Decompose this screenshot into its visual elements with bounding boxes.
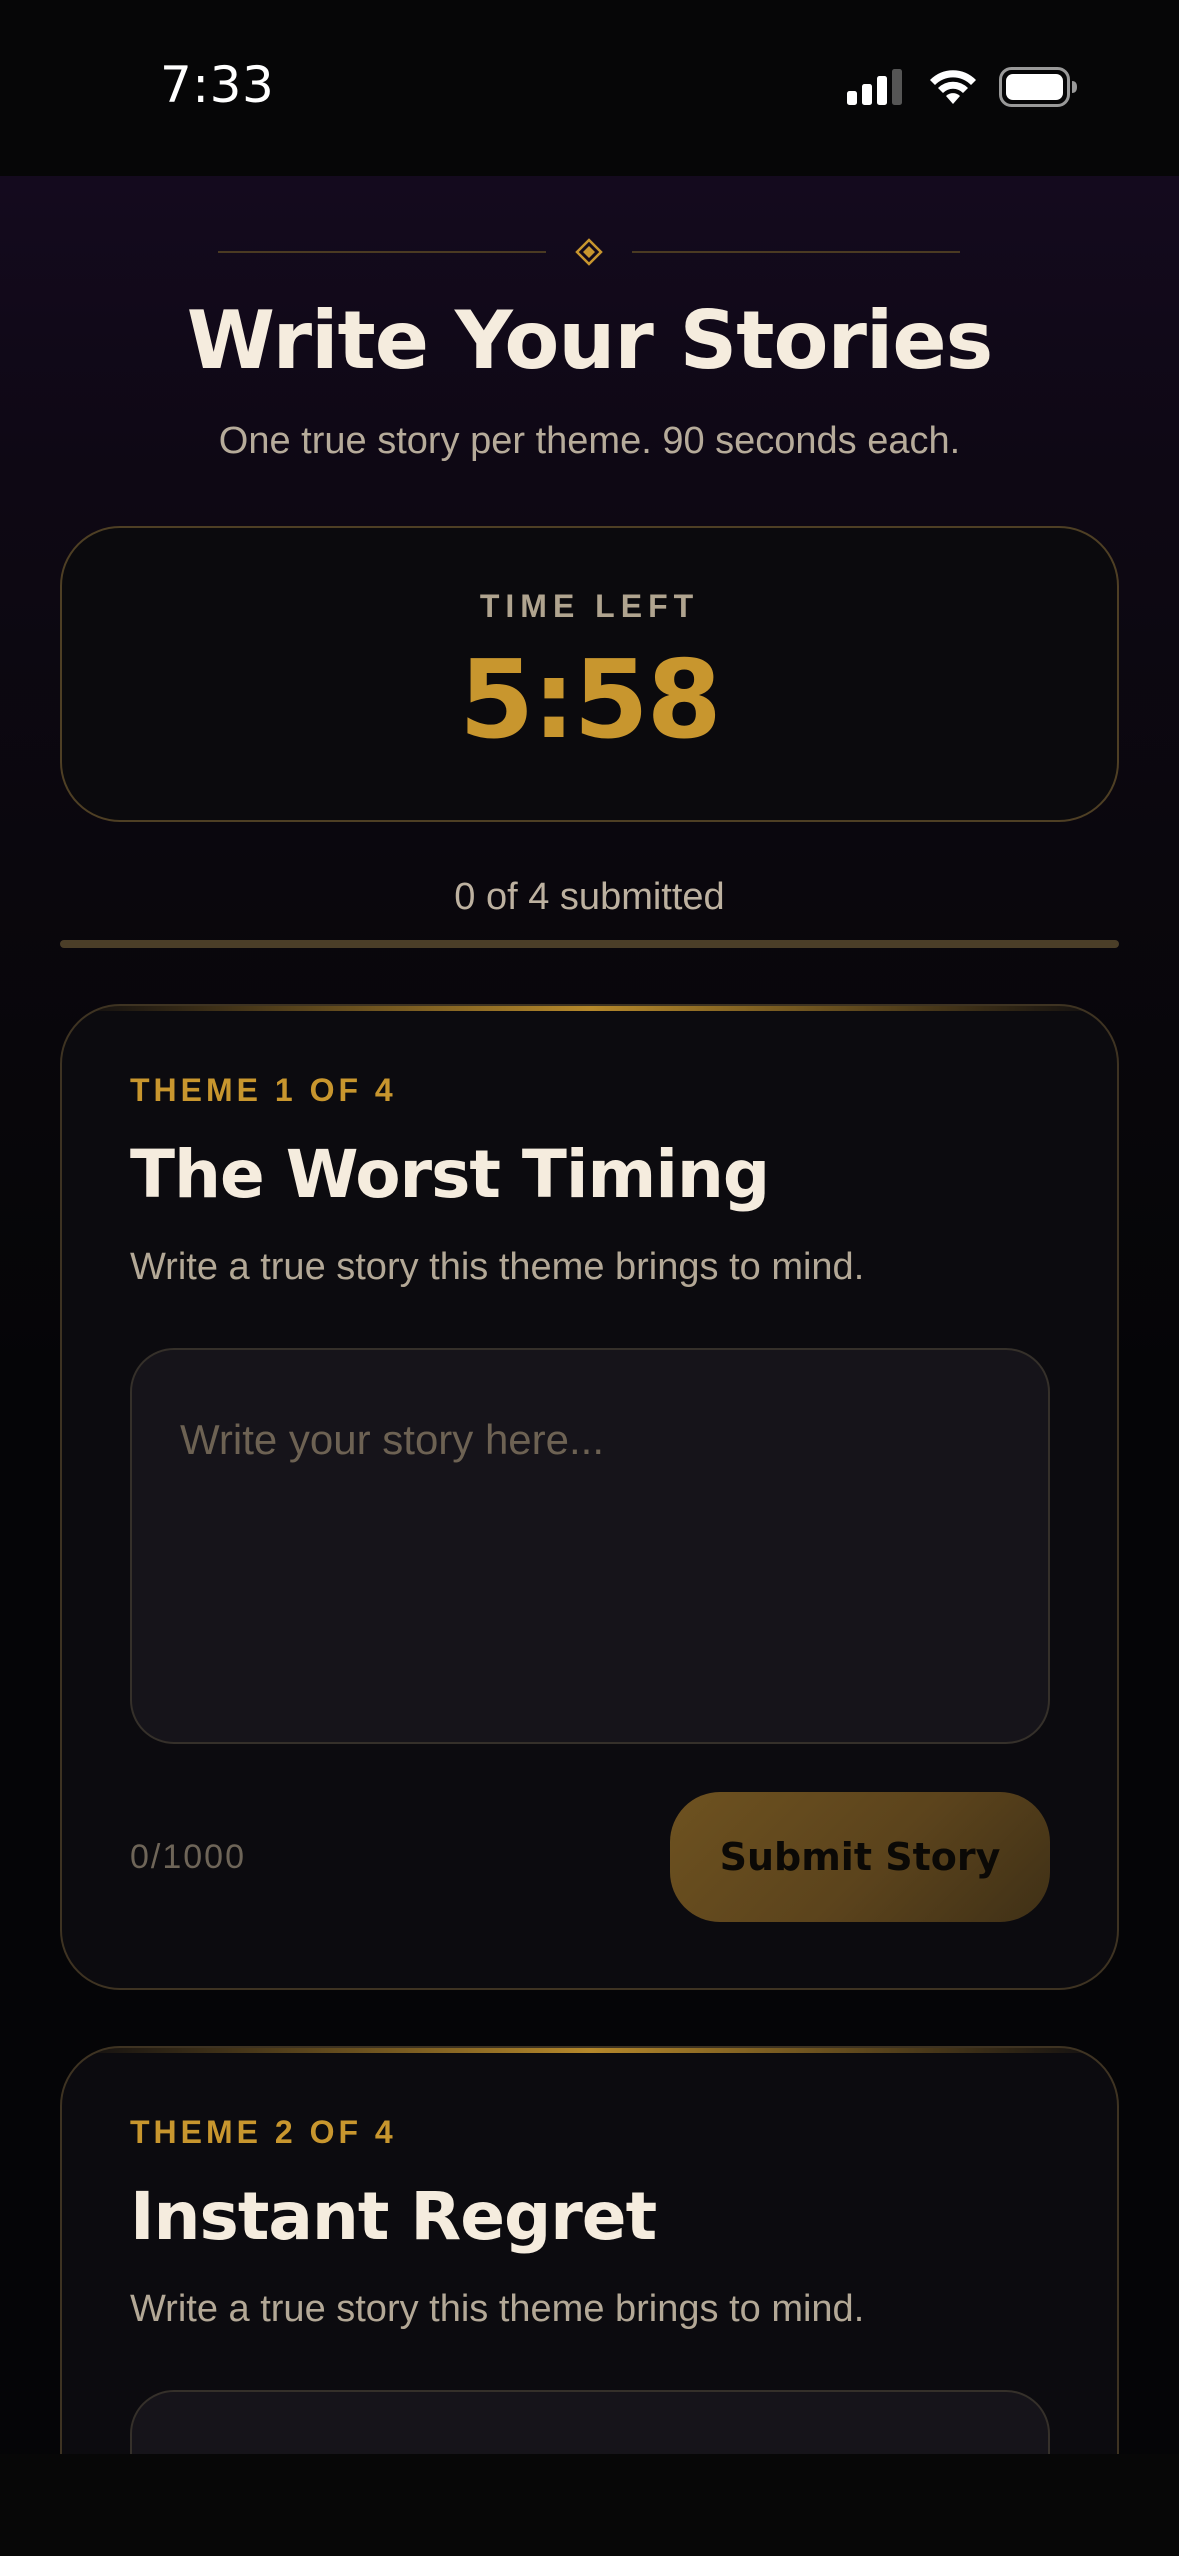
timer-label: TIME LEFT xyxy=(479,588,700,624)
status-icons xyxy=(847,64,1079,110)
wifi-icon xyxy=(930,70,976,104)
theme-title: The Worst Timing xyxy=(130,1136,770,1213)
story-input-partial[interactable] xyxy=(130,2390,1050,2454)
status-bar: 7:33 xyxy=(0,0,1179,176)
theme-kicker: THEME 2 OF 4 xyxy=(130,2114,397,2150)
theme-card-1: THEME 1 OF 4 The Worst Timing Write a tr… xyxy=(60,1004,1119,1990)
submit-story-button[interactable]: Submit Story xyxy=(670,1792,1050,1922)
submission-progress-text: 0 of 4 submitted xyxy=(454,876,725,918)
bottom-safe-area xyxy=(0,2454,1179,2556)
theme-title: Instant Regret xyxy=(130,2178,657,2255)
status-time: 7:33 xyxy=(160,56,275,114)
timer-value: 5:58 xyxy=(459,638,722,763)
character-count: 0/1000 xyxy=(130,1838,246,1876)
theme-prompt: Write a true story this theme brings to … xyxy=(130,1246,865,1288)
page-title: Write Your Stories xyxy=(186,294,993,387)
theme-card-2: THEME 2 OF 4 Instant Regret Write a true… xyxy=(60,2046,1119,2454)
story-writing-screen[interactable]: Write Your Stories One true story per th… xyxy=(0,176,1179,2454)
card-top-glow xyxy=(62,1006,1117,1011)
story-input[interactable] xyxy=(130,1348,1050,1744)
diamond-icon xyxy=(575,238,603,266)
timer-card: TIME LEFT 5:58 xyxy=(60,526,1119,822)
page-subtitle: One true story per theme. 90 seconds eac… xyxy=(218,420,961,462)
submission-progress-bar xyxy=(60,940,1119,948)
theme-kicker: THEME 1 OF 4 xyxy=(130,1072,397,1108)
battery-icon xyxy=(999,67,1077,107)
card-top-glow xyxy=(62,2048,1117,2053)
cellular-signal-icon xyxy=(847,69,902,105)
theme-prompt: Write a true story this theme brings to … xyxy=(130,2288,865,2330)
